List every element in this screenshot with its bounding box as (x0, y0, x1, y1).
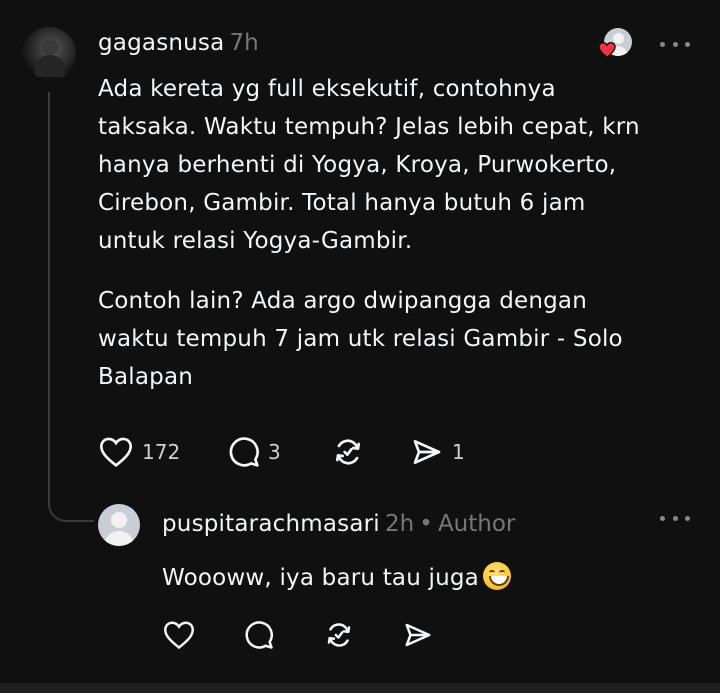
reply-avatar-head (111, 512, 127, 528)
repost-button[interactable] (332, 436, 364, 468)
post-line: Balapan (98, 364, 194, 390)
post-line: hanya berhenti di Yogya, Kroya, Purwoker… (98, 152, 617, 178)
reply-text: Woooww, iya baru tau juga (162, 565, 479, 591)
like-button[interactable]: 172 (98, 436, 180, 468)
send-icon (413, 440, 441, 464)
reply-repost-button[interactable] (324, 620, 354, 650)
thread-line (48, 92, 50, 504)
heart-icon (99, 437, 133, 468)
repost-icon (327, 623, 351, 647)
post-line: taksaka. Waktu tempuh? Jelas lebih cepat… (98, 114, 640, 140)
reply-time: 2h (384, 511, 415, 537)
reply-separator: • (419, 511, 433, 537)
repost-icon (336, 439, 360, 465)
post-line: Ada kereta yg full eksekutif, contohnya (98, 76, 556, 102)
post-line: waktu tempuh 7 jam utk relasi Gambir - S… (98, 326, 623, 352)
reply-like-button[interactable] (162, 620, 196, 650)
reply-body: Woooww, iya baru tau juga (162, 559, 511, 597)
reply-share-button[interactable] (402, 620, 434, 650)
post-time: 7h (229, 30, 259, 56)
avatar[interactable] (22, 27, 76, 81)
post-body-paragraph-2: Contoh lain? Ada argo dwipangga dengan w… (98, 282, 698, 396)
post-body: Ada kereta yg full eksekutif, contohnya … (98, 70, 698, 260)
like-count: 172 (142, 440, 181, 464)
reply-comment-button[interactable] (244, 620, 274, 650)
bottom-divider (0, 683, 720, 693)
reply-more-dots-icon[interactable] (660, 514, 690, 522)
comment-icon (245, 621, 273, 649)
grinning-face-emoji (482, 562, 511, 590)
reply-avatar[interactable] (98, 504, 140, 546)
avatar-figure-head (42, 39, 58, 55)
post-username[interactable]: gagasnusa (98, 30, 224, 56)
reply-header: puspitarachmasari 2h • Author (162, 511, 515, 537)
share-button[interactable]: 1 (410, 436, 465, 468)
heart-badge-icon (598, 42, 616, 58)
reply-count: 3 (268, 440, 281, 464)
send-icon (405, 623, 431, 647)
thread-connector (48, 480, 94, 522)
post-header: gagasnusa 7h (98, 30, 259, 56)
liked-by-author-indicator[interactable] (598, 28, 636, 60)
heart-icon (163, 621, 195, 650)
reply-username[interactable]: puspitarachmasari (162, 511, 380, 537)
share-count: 1 (452, 440, 465, 464)
author-badge: Author (437, 511, 516, 537)
reply-avatar-body (104, 531, 134, 546)
avatar-figure-body (35, 55, 65, 77)
comment-button[interactable]: 3 (228, 436, 281, 468)
post-line: Cirebon, Gambir. Total hanya butuh 6 jam (98, 190, 586, 216)
more-dots-icon[interactable] (660, 40, 690, 48)
comment-icon (229, 437, 259, 467)
post-line: untuk relasi Yogya-Gambir. (98, 228, 413, 254)
post-line: Contoh lain? Ada argo dwipangga dengan (98, 288, 587, 314)
